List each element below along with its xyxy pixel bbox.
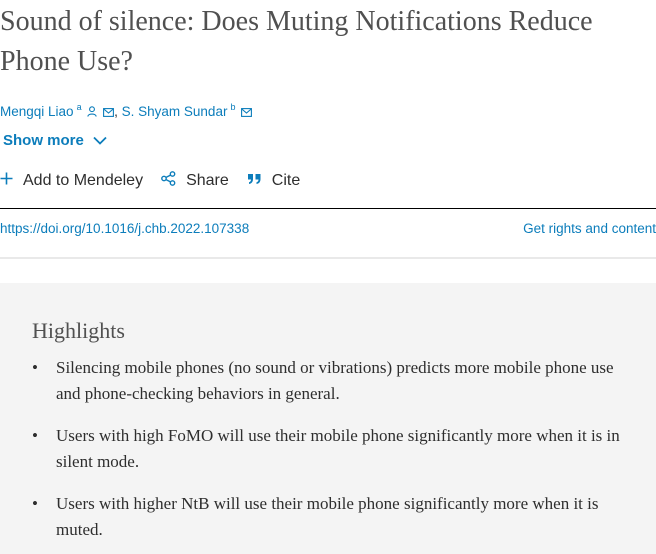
highlights-heading: Highlights	[32, 318, 125, 343]
cite-label: Cite	[271, 172, 301, 189]
section-divider	[0, 257, 656, 259]
chevron-down-icon	[93, 130, 107, 152]
share-label: Share	[186, 172, 229, 189]
author-link-mengqi-liao[interactable]: Mengqi Liao	[0, 104, 74, 119]
article-actions: Add to Mendeley Share Cite	[0, 168, 318, 194]
email-icon[interactable]	[103, 103, 115, 123]
quote-icon	[247, 172, 262, 190]
rights-link[interactable]: Get rights and content	[523, 220, 656, 238]
header-divider	[0, 208, 656, 209]
highlight-text: Silencing mobile phones (no sound or vib…	[56, 358, 614, 403]
cite-button[interactable]: Cite	[247, 172, 300, 190]
share-icon	[161, 171, 176, 191]
highlight-item: • Users with high FoMO will use their mo…	[32, 423, 628, 475]
highlights-section: Highlights • Silencing mobile phones (no…	[0, 283, 656, 554]
doi-link[interactable]: https://doi.org/10.1016/j.chb.2022.10733…	[0, 220, 249, 238]
author-link-s-shyam-sundar[interactable]: S. Shyam Sundar	[122, 104, 228, 119]
highlight-text: Users with higher NtB will use their mob…	[56, 494, 599, 539]
plus-icon	[0, 172, 13, 190]
author-list: Mengqi Liao a , S. Shyam Sundar b	[0, 97, 253, 119]
bullet: •	[32, 358, 38, 377]
add-to-mendeley-label: Add to Mendeley	[23, 172, 144, 189]
bullet: •	[32, 494, 38, 513]
bullet: •	[32, 426, 38, 445]
author-affiliation-b[interactable]: b	[230, 102, 235, 112]
show-more-label: Show more	[3, 132, 84, 149]
highlights-list: • Silencing mobile phones (no sound or v…	[32, 355, 628, 554]
email-icon[interactable]	[241, 103, 253, 123]
add-to-mendeley-button[interactable]: Add to Mendeley	[0, 172, 143, 190]
highlight-item: • Silencing mobile phones (no sound or v…	[32, 355, 628, 407]
show-more-button[interactable]: Show more	[3, 130, 107, 152]
highlight-text: Users with high FoMO will use their mobi…	[56, 426, 620, 471]
author-separator: ,	[114, 104, 118, 119]
highlight-item: • Users with higher NtB will use their m…	[32, 491, 628, 543]
person-icon[interactable]	[87, 103, 98, 123]
article-title: Sound of silence: Does Muting Notificati…	[0, 6, 593, 77]
share-button[interactable]: Share	[161, 171, 229, 191]
author-affiliation-a[interactable]: a	[77, 102, 82, 112]
